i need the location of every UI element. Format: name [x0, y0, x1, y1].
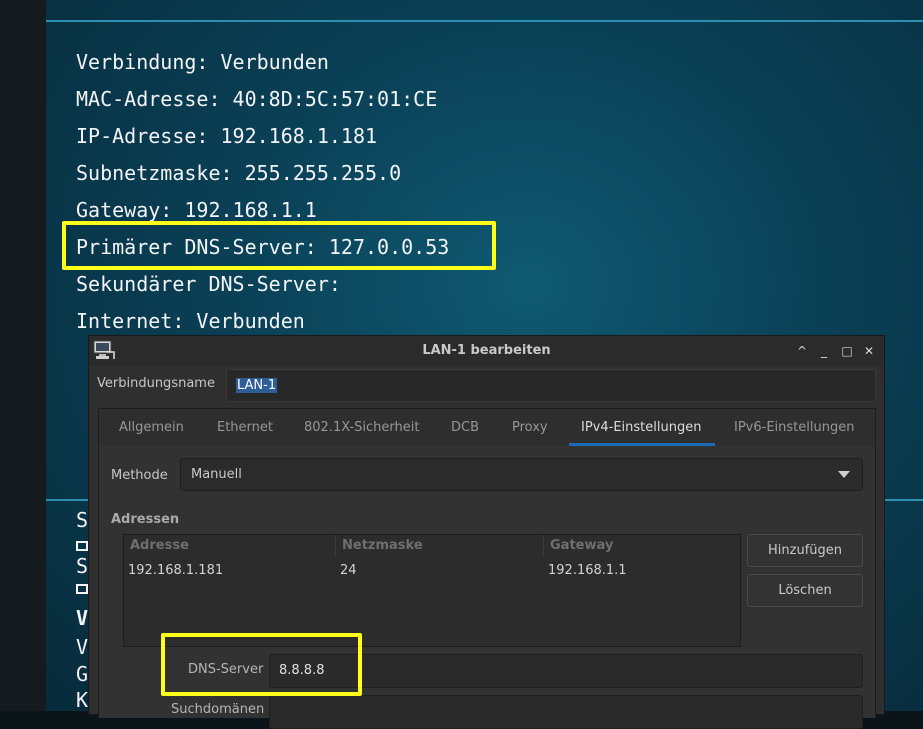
window-close-button[interactable]: ✕: [859, 341, 879, 361]
method-value: Manuell: [191, 467, 242, 482]
background-fragment: V: [76, 635, 89, 659]
left-panel-strip: [0, 0, 46, 711]
tab-proxy[interactable]: Proxy: [512, 409, 548, 446]
connection-info-panel: Verbindung: Verbunden MAC-Adresse: 40:8D…: [76, 47, 449, 343]
background-fragment: G: [76, 662, 89, 686]
secondary-dns-line: Sekundärer DNS-Server:: [76, 272, 341, 296]
background-checkbox-icon: [76, 541, 88, 551]
window-maximize-button[interactable]: □: [837, 341, 857, 361]
column-header-address[interactable]: Adresse: [124, 535, 336, 557]
connection-status-line: Verbindung: Verbunden: [76, 50, 329, 74]
cell-address: 192.168.1.181: [128, 563, 224, 578]
dialog-titlebar[interactable]: LAN-1 bearbeiten ^ _ □ ✕: [89, 336, 884, 366]
add-address-button[interactable]: Hinzufügen: [747, 534, 863, 567]
background-fragment: K: [76, 688, 89, 712]
search-domains-label: Suchdomänen: [171, 702, 265, 717]
search-domains-input[interactable]: [269, 695, 863, 729]
window-minimize-button[interactable]: _: [814, 341, 834, 361]
delete-address-button[interactable]: Löschen: [747, 574, 863, 607]
address-table[interactable]: Adresse Netzmaske Gateway 192.168.1.181 …: [123, 534, 741, 647]
column-header-gateway[interactable]: Gateway: [544, 535, 740, 557]
dns-server-highlight: [161, 633, 362, 696]
connection-name-value: LAN-1: [236, 378, 278, 393]
chevron-down-icon: [838, 471, 850, 478]
background-divider-top: [46, 20, 923, 22]
dialog-title: LAN-1 bearbeiten: [422, 343, 551, 358]
tab-ethernet[interactable]: Ethernet: [217, 409, 273, 446]
mac-address-line: MAC-Adresse: 40:8D:5C:57:01:CE: [76, 87, 438, 111]
window-shade-button[interactable]: ^: [792, 341, 812, 361]
tab-bar: Allgemein Ethernet 802.1X-Sicherheit DCB…: [99, 409, 875, 446]
background-checkbox-icon: [76, 584, 88, 594]
subnet-mask-line: Subnetzmaske: 255.255.255.0: [76, 161, 402, 185]
method-dropdown[interactable]: Manuell: [180, 458, 863, 491]
tab-dcb[interactable]: DCB: [451, 409, 479, 446]
connection-name-label: Verbindungsname: [97, 376, 215, 391]
method-label: Methode: [111, 468, 168, 483]
primary-dns-highlight: [62, 221, 496, 270]
cell-netmask: 24: [340, 563, 357, 578]
connection-name-field[interactable]: LAN-1: [226, 369, 876, 402]
background-fragment: S: [76, 508, 89, 532]
ip-address-line: IP-Adresse: 192.168.1.181: [76, 124, 378, 148]
addresses-section-label: Adressen: [111, 512, 180, 527]
tab-ipv6-settings[interactable]: IPv6-Einstellungen: [734, 409, 854, 446]
tab-allgemein[interactable]: Allgemein: [119, 409, 184, 446]
column-header-netmask[interactable]: Netzmaske: [336, 535, 544, 557]
background-fragment: S: [76, 554, 89, 578]
tab-802-1x-security[interactable]: 802.1X-Sicherheit: [304, 409, 419, 446]
background-fragment: V: [76, 606, 89, 630]
cell-gateway: 192.168.1.1: [548, 563, 627, 578]
tab-ipv4-settings[interactable]: IPv4-Einstellungen: [581, 409, 701, 446]
